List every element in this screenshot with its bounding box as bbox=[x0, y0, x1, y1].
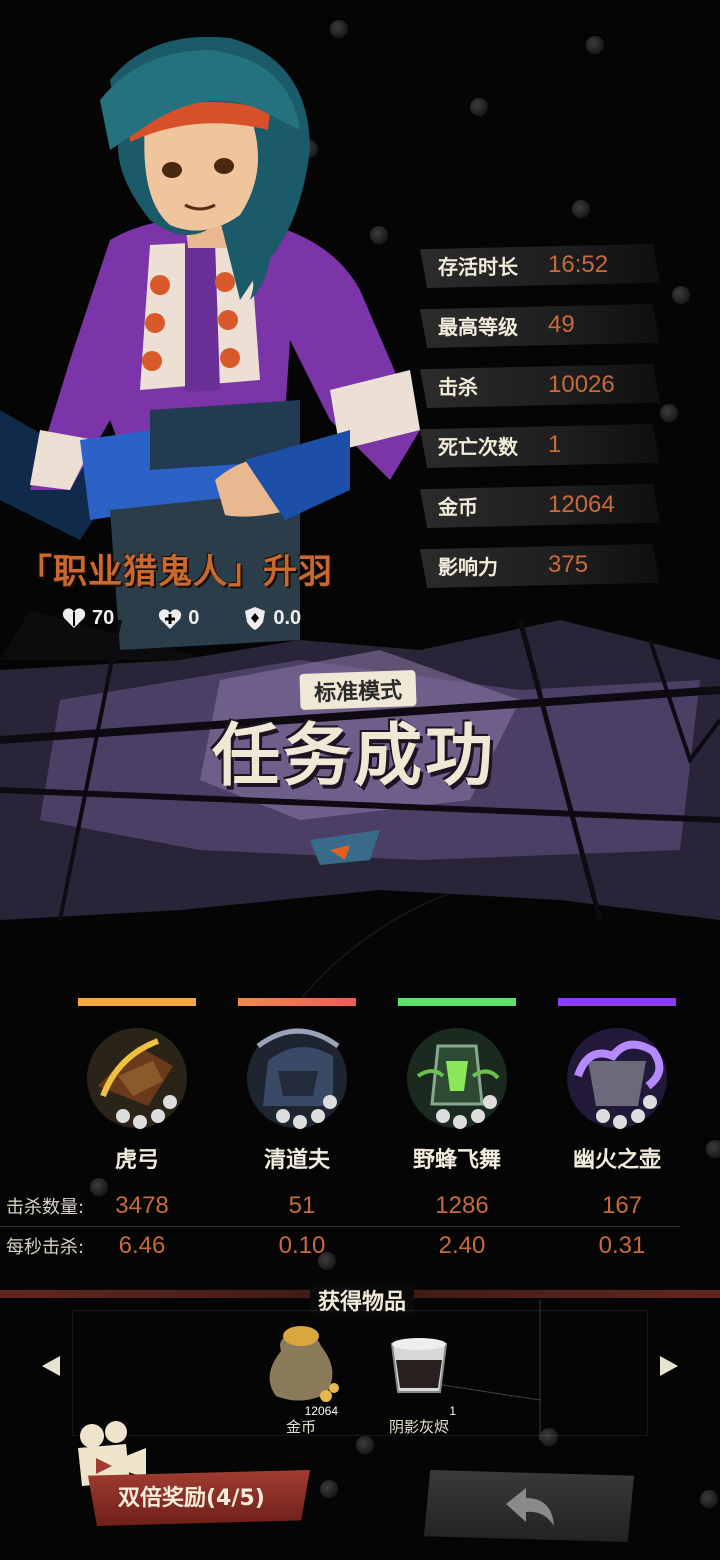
stat-value: 10026 bbox=[548, 371, 615, 398]
attribute-value: 0.0 bbox=[273, 606, 302, 629]
stat-label: 击杀 bbox=[438, 374, 478, 399]
heart-shield-icon bbox=[62, 608, 86, 628]
armor-shield-icon bbox=[245, 607, 266, 630]
weapon-kills: 1286 bbox=[435, 1192, 489, 1219]
attribute-value: 0 bbox=[188, 606, 200, 629]
bee-lantern-icon bbox=[407, 1028, 507, 1129]
double-reward-button[interactable]: 双倍奖励(4/5) bbox=[70, 1418, 310, 1538]
stat-value: 12064 bbox=[548, 491, 615, 518]
double-reward-label: 双倍奖励(4/5) bbox=[118, 1486, 265, 1511]
weapon-name: 清道夫 bbox=[263, 1148, 330, 1173]
weapon-kills: 3478 bbox=[115, 1192, 169, 1219]
weapon-kps: 2.40 bbox=[438, 1232, 486, 1259]
weapon-card[interactable]: 清道夫 bbox=[238, 998, 356, 1174]
weapon-name: 幽火之壶 bbox=[572, 1148, 661, 1173]
stat-value: 16:52 bbox=[548, 251, 609, 278]
kills-row: 击杀数量: 3478 51 1286 167 bbox=[0, 1186, 720, 1226]
weapon-list: 虎弓 清道夫 野蜂飞舞 幽火之壶 bbox=[78, 998, 678, 1178]
weapon-rarity-bar bbox=[238, 998, 356, 1006]
weapon-name: 野蜂飞舞 bbox=[412, 1148, 501, 1173]
tiger-bow-icon bbox=[87, 1028, 187, 1129]
weapon-name: 虎弓 bbox=[114, 1148, 159, 1173]
weapon-kills: 51 bbox=[288, 1192, 316, 1219]
attribute-health: 70 bbox=[60, 604, 114, 632]
stat-max-level: 最高等级 49 bbox=[420, 298, 670, 352]
item-shadow-ash[interactable]: 1 阴影灰烬 bbox=[374, 1316, 464, 1436]
weapon-card[interactable]: 野蜂飞舞 bbox=[398, 998, 516, 1174]
stat-label: 存活时长 bbox=[438, 254, 518, 279]
stat-influence: 影响力 375 bbox=[420, 538, 670, 592]
weapon-kps: 0.10 bbox=[278, 1232, 326, 1259]
item-gold[interactable]: 12064 金币 bbox=[256, 1316, 346, 1436]
weapon-kps: 6.46 bbox=[118, 1232, 166, 1259]
character-name: 「职业猎鬼人」升羽 bbox=[18, 552, 333, 592]
result-title: 任务成功 bbox=[212, 717, 497, 796]
coin-bag-icon bbox=[269, 1326, 339, 1402]
kill-stats-table: 击杀数量: 3478 51 1286 167 每秒击杀: 6.46 0.10 2… bbox=[0, 1186, 720, 1266]
stat-label: 死亡次数 bbox=[438, 434, 518, 459]
scavenger-icon bbox=[247, 1028, 347, 1129]
stat-label: 影响力 bbox=[438, 554, 498, 579]
heal-cross-icon bbox=[159, 609, 182, 629]
stat-survival-time: 存活时长 16:52 bbox=[420, 238, 670, 292]
stat-value: 375 bbox=[548, 551, 589, 578]
weapon-card[interactable]: 虎弓 bbox=[78, 998, 196, 1174]
attribute-armor: 0.0 bbox=[241, 604, 301, 632]
stats-panel: 存活时长 16:52 最高等级 49 击杀 10026 死亡次数 1 金币 12… bbox=[420, 238, 670, 598]
weapon-rarity-bar bbox=[558, 998, 676, 1006]
weapon-card[interactable]: 幽火之壶 bbox=[558, 998, 676, 1174]
attribute-value: 70 bbox=[92, 606, 115, 629]
stat-label: 金币 bbox=[438, 494, 478, 519]
item-name: 阴影灰烬 bbox=[388, 1418, 449, 1436]
weapon-kps: 0.31 bbox=[598, 1232, 646, 1259]
stat-gold: 金币 12064 bbox=[420, 478, 670, 532]
weapon-rarity-bar bbox=[398, 998, 516, 1006]
attribute-recovery: 0 bbox=[156, 604, 199, 632]
prev-arrow-icon[interactable] bbox=[38, 1352, 66, 1380]
character-attributes: 70 0 0.0 bbox=[60, 600, 360, 636]
return-button[interactable] bbox=[424, 1470, 634, 1542]
next-arrow-icon[interactable] bbox=[654, 1352, 682, 1380]
stat-deaths: 死亡次数 1 bbox=[420, 418, 670, 472]
ash-jar-icon bbox=[390, 1338, 448, 1393]
ghost-fire-pot-icon bbox=[567, 1028, 667, 1129]
stat-value: 1 bbox=[548, 431, 562, 458]
stat-value: 49 bbox=[548, 311, 575, 338]
stat-kills: 击杀 10026 bbox=[420, 358, 670, 412]
stat-label: 最高等级 bbox=[438, 314, 518, 339]
weapon-rarity-bar bbox=[78, 998, 196, 1006]
return-arrow-icon bbox=[506, 1488, 554, 1526]
weapon-kills: 167 bbox=[601, 1192, 643, 1219]
kps-row: 每秒击杀: 6.46 0.10 2.40 0.31 bbox=[0, 1226, 720, 1266]
